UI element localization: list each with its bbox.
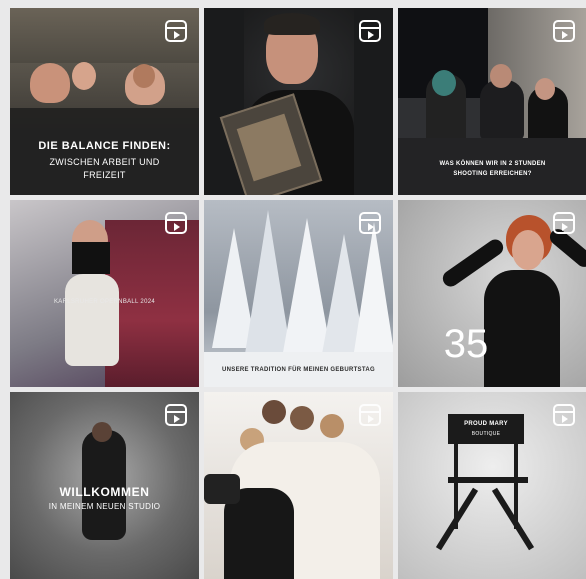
tile-caption-title: DIE BALANCE FINDEN: bbox=[38, 140, 171, 152]
tile-caption-line: KARLSRUHER OPERNBALL 2024 bbox=[54, 299, 155, 305]
reels-icon bbox=[553, 404, 575, 426]
tile-caption-line: FREIZEIT bbox=[83, 170, 126, 180]
tile-caption-line: WAS KÖNNEN WIR IN 2 STUNDEN bbox=[439, 161, 546, 167]
tile-caption-line: IN MEINEM NEUEN STUDIO bbox=[48, 502, 161, 511]
reel-tile-35[interactable]: 35 bbox=[398, 200, 586, 387]
reels-icon bbox=[359, 212, 381, 234]
tile-caption-line: PROUD MARY bbox=[464, 421, 508, 427]
reels-icon bbox=[165, 404, 187, 426]
reel-tile-opernball[interactable]: KARLSRUHER OPERNBALL 2024 bbox=[10, 200, 199, 387]
tile-caption-line: BOUTIQUE bbox=[471, 431, 501, 437]
tile-caption-line: UNSERE TRADITION FÜR MEINEN GEBURTSTAG bbox=[222, 367, 375, 373]
reels-icon bbox=[165, 20, 187, 42]
reel-tile-willkommen[interactable]: WILLKOMMEN IN MEINEM NEUEN STUDIO bbox=[10, 392, 199, 579]
reels-grid: DIE BALANCE FINDEN: ZWISCHEN ARBEIT UND … bbox=[10, 8, 586, 579]
reels-icon bbox=[359, 20, 381, 42]
tile-caption-line: SHOOTING ERREICHEN? bbox=[453, 171, 532, 177]
reel-tile-proud-mary[interactable]: PROUD MARY BOUTIQUE bbox=[398, 392, 586, 579]
reel-tile-shooting[interactable]: WAS KÖNNEN WIR IN 2 STUNDEN SHOOTING ERR… bbox=[398, 8, 586, 195]
reel-tile-portrait-book[interactable] bbox=[204, 8, 393, 195]
reels-icon bbox=[165, 212, 187, 234]
reel-tile-balance[interactable]: DIE BALANCE FINDEN: ZWISCHEN ARBEIT UND … bbox=[10, 8, 199, 195]
reel-tile-team[interactable] bbox=[204, 392, 393, 579]
tile-caption-title: WILLKOMMEN bbox=[59, 485, 150, 499]
reel-tile-winter[interactable]: UNSERE TRADITION FÜR MEINEN GEBURTSTAG bbox=[204, 200, 393, 387]
tile-caption-title: 35 bbox=[443, 322, 489, 366]
tile-caption-line: ZWISCHEN ARBEIT UND bbox=[49, 157, 160, 167]
reels-icon bbox=[553, 20, 575, 42]
reels-icon bbox=[359, 404, 381, 426]
reels-icon bbox=[553, 212, 575, 234]
